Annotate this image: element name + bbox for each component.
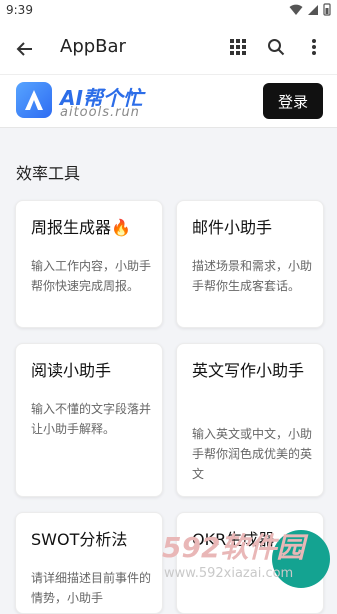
tool-card-swot[interactable]: SWOT分析法 请详细描述目前事件的情势，小助手 bbox=[15, 512, 163, 614]
app-bar: AppBar bbox=[0, 24, 337, 75]
card-desc: 请详细描述目前事件的情势，小助手 bbox=[31, 571, 152, 605]
more-button[interactable] bbox=[303, 36, 325, 58]
tool-card-english-writing[interactable]: 英文写作小助手 输入英文或中文，小助手帮你润色成优美的英文 bbox=[176, 343, 324, 497]
grid-icon bbox=[230, 39, 246, 55]
card-title: 周报生成器🔥 bbox=[31, 218, 131, 237]
wifi-icon bbox=[289, 4, 303, 15]
back-button[interactable] bbox=[12, 36, 38, 62]
status-icons bbox=[289, 3, 331, 16]
card-desc: 输入不懂的文字段落并让小助手解释。 bbox=[31, 402, 152, 436]
battery-icon bbox=[323, 3, 331, 16]
watermark: 592软件园 www.592xiazai.com bbox=[150, 526, 337, 600]
app-logo bbox=[16, 82, 52, 118]
card-title: 阅读小助手 bbox=[31, 361, 112, 380]
tool-card-reading-helper[interactable]: 阅读小助手 输入不懂的文字段落并让小助手解释。 bbox=[15, 343, 163, 497]
card-title: SWOT分析法 bbox=[31, 530, 128, 549]
page-title: AppBar bbox=[60, 36, 126, 57]
section-title: 效率工具 bbox=[16, 164, 81, 183]
tool-card-email-helper[interactable]: 邮件小助手 描述场景和需求，小助手帮你生成客套话。 bbox=[176, 200, 324, 328]
watermark-title: 592软件园 bbox=[162, 531, 305, 564]
grid-button[interactable] bbox=[227, 36, 249, 58]
status-time: 9:39 bbox=[6, 3, 33, 17]
card-desc: 输入工作内容，小助手帮你快速完成周报。 bbox=[31, 259, 152, 293]
card-desc: 描述场景和需求，小助手帮你生成客套话。 bbox=[192, 259, 313, 293]
search-icon bbox=[268, 39, 285, 56]
card-desc: 输入英文或中文，小助手帮你润色成优美的英文 bbox=[192, 427, 313, 481]
arrow-left-icon bbox=[16, 42, 32, 56]
watermark-url: www.592xiazai.com bbox=[164, 566, 294, 581]
search-button[interactable] bbox=[265, 36, 287, 58]
logo-icon bbox=[25, 90, 43, 110]
login-button[interactable]: 登录 bbox=[263, 83, 323, 119]
more-vertical-icon bbox=[312, 39, 316, 55]
card-title: 英文写作小助手 bbox=[192, 361, 305, 380]
appbar-actions bbox=[227, 36, 325, 58]
card-title: 邮件小助手 bbox=[192, 218, 273, 237]
tool-card-weekly-report[interactable]: 周报生成器🔥 输入工作内容，小助手帮你快速完成周报。 bbox=[15, 200, 163, 328]
status-bar: 9:39 bbox=[0, 0, 337, 24]
brand-subtitle: aitools.run bbox=[60, 105, 140, 120]
signal-icon bbox=[308, 4, 318, 15]
brand-header: AI帮个忙 aitools.run 登录 bbox=[0, 75, 337, 128]
